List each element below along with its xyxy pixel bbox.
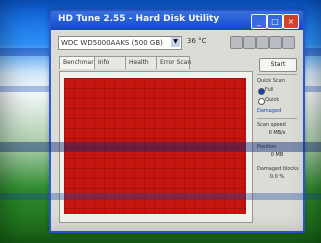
error-scan-block-grid <box>64 78 246 214</box>
tab-bar: Benchmark Info Health Error Scan <box>59 56 249 70</box>
quick-scan-label: Quick Scan <box>257 78 285 84</box>
tab-error-scan[interactable]: Error Scan <box>156 56 191 69</box>
chevron-down-icon[interactable]: ▼ <box>171 37 180 47</box>
full-scan-label: Full <box>265 87 274 93</box>
scan-speed-label: Scan speed <box>257 122 286 128</box>
window-title: HD Tune 2.55 - Hard Disk Utility <box>58 14 220 24</box>
copy-icon[interactable] <box>230 36 243 49</box>
app-window: HD Tune 2.55 - Hard Disk Utility _ □ × W… <box>49 9 305 233</box>
exit-icon[interactable] <box>282 36 295 49</box>
tab-info[interactable]: Info <box>94 56 128 69</box>
temperature-readout: 36 °C <box>187 37 207 45</box>
options-icon[interactable] <box>269 36 282 49</box>
info-icon[interactable] <box>243 36 256 49</box>
scan-side-panel: Start Quick Scan Full Quick Damaged Scan… <box>255 56 299 224</box>
save-icon[interactable] <box>256 36 269 49</box>
full-scan-radio[interactable] <box>258 88 265 95</box>
scan-speed-value: 0 MB/s <box>268 130 286 136</box>
maximize-button[interactable]: □ <box>267 14 283 29</box>
damaged-legend: Damaged <box>257 108 282 114</box>
damaged-blocks-value: 0.0 % <box>269 174 285 180</box>
drive-select[interactable]: WDC WD5000AAKS (500 GB) <box>58 36 182 50</box>
damaged-blocks-label: Damaged blocks <box>257 166 299 172</box>
divider <box>257 74 297 75</box>
quick-scan-radio-label: Quick <box>265 97 280 103</box>
divider <box>257 118 297 119</box>
tab-benchmark[interactable]: Benchmark <box>59 56 97 69</box>
toolbar: WDC WD5000AAKS (500 GB) ▼ 36 °C <box>55 34 299 52</box>
quick-scan-radio[interactable] <box>258 98 265 105</box>
position-value: 0 MB <box>270 152 284 158</box>
scan-panel <box>59 71 253 223</box>
minimize-button[interactable]: _ <box>251 14 267 29</box>
tab-health[interactable]: Health <box>125 56 159 69</box>
title-bar[interactable]: HD Tune 2.55 - Hard Disk Utility _ □ × <box>51 11 303 30</box>
close-button[interactable]: × <box>283 14 299 29</box>
start-button[interactable]: Start <box>259 58 297 72</box>
desktop-photo: HD Tune 2.55 - Hard Disk Utility _ □ × W… <box>0 0 321 243</box>
position-label: Position <box>257 144 277 150</box>
